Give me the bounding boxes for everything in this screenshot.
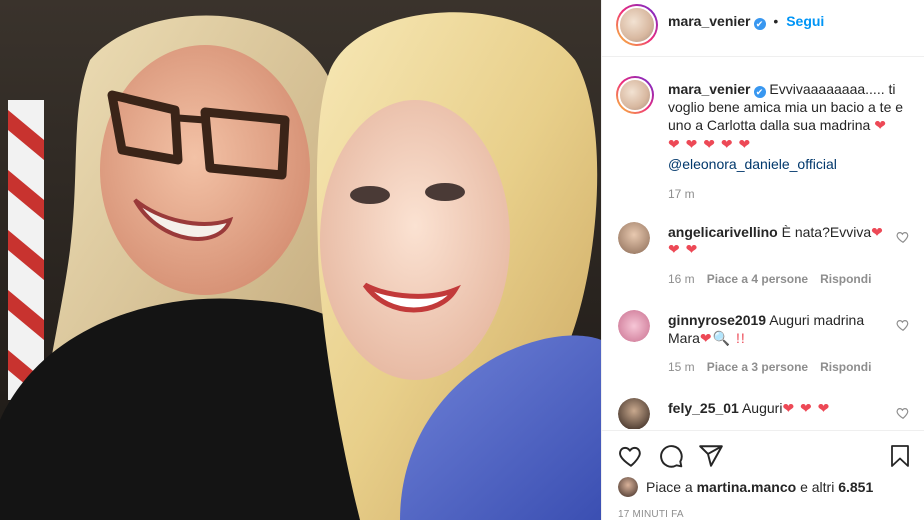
- like-comment-icon[interactable]: [896, 406, 910, 420]
- comment-emoji-line2: ❤ ❤: [668, 241, 699, 257]
- post-header: mara_venier ✔ • Segui: [602, 0, 924, 57]
- photo-illustration: [0, 0, 601, 520]
- caption: mara_venier ✔ Evvivaaaaaaaa..... ti vogli…: [668, 80, 908, 201]
- like-comment-icon[interactable]: [896, 318, 910, 332]
- likes-user[interactable]: martina.manco: [697, 479, 797, 495]
- comment-text-line2: Mara: [668, 330, 700, 346]
- comment-time[interactable]: 15 m: [668, 360, 695, 374]
- post-actions: Piace a martina.manco e altri 6.851 17 m…: [602, 430, 924, 520]
- follow-button[interactable]: Segui: [786, 13, 824, 29]
- comment-avatar[interactable]: [618, 310, 650, 342]
- comment-emoji: ❤🔍 !!: [699, 330, 746, 346]
- likes-prefix: Piace a: [646, 479, 693, 495]
- comment-text: È nata?Evviva: [781, 224, 872, 240]
- caption-end-heart: ❤: [874, 117, 887, 133]
- caption-username[interactable]: mara_venier: [668, 81, 751, 97]
- comment-username[interactable]: angelicarivellino: [668, 224, 778, 240]
- comment-avatar[interactable]: [618, 398, 650, 429]
- comment-likes[interactable]: Piace a 3 persone: [707, 360, 808, 374]
- comment-item: angelicarivellino È nata?Evviva❤ ❤ ❤: [668, 223, 888, 258]
- author-username[interactable]: mara_venier: [668, 13, 751, 29]
- comment-icon[interactable]: [658, 443, 684, 469]
- comment-meta: 15 m Piace a 3 persone Rispondi: [668, 360, 883, 374]
- comment-time[interactable]: 16 m: [668, 272, 695, 286]
- author-avatar[interactable]: [616, 4, 658, 46]
- caption-time[interactable]: 17 m: [668, 187, 908, 201]
- comment-avatar[interactable]: [618, 222, 650, 254]
- comment-text: Auguri: [741, 400, 783, 416]
- comment-likes[interactable]: Piace a 4 persone: [707, 272, 808, 286]
- comment-username[interactable]: fely_25_01: [668, 400, 739, 416]
- comment-username[interactable]: ginnyrose2019: [668, 312, 766, 328]
- comments-list[interactable]: mara_venier ✔ Evvivaaaaaaaa..... ti vogli…: [602, 58, 924, 429]
- likes-middle: e altri: [800, 479, 835, 495]
- post-sidebar: mara_venier ✔ • Segui mara_venier ✔ Evviva…: [601, 0, 924, 520]
- liker-avatar[interactable]: [618, 477, 638, 497]
- caption-mention[interactable]: @eleonora_daniele_official: [668, 155, 908, 173]
- like-comment-icon[interactable]: [896, 230, 910, 244]
- caption-avatar[interactable]: [616, 76, 654, 114]
- bookmark-icon[interactable]: [888, 443, 912, 469]
- likes-count[interactable]: 6.851: [838, 479, 873, 495]
- comment-item: ginnyrose2019 Auguri madrina Mara❤🔍 !!: [668, 311, 888, 347]
- comment-item: fely_25_01 Auguri❤ ❤ ❤: [668, 399, 888, 417]
- verified-icon: ✔: [753, 18, 766, 30]
- caption-hearts: ❤ ❤ ❤ ❤ ❤: [668, 136, 752, 152]
- heart-icon[interactable]: [618, 443, 644, 469]
- comment-emoji: ❤ ❤ ❤: [782, 400, 831, 416]
- reply-button[interactable]: Rispondi: [820, 272, 871, 286]
- instagram-post: mara_venier ✔ • Segui mara_venier ✔ Evviva…: [0, 0, 924, 520]
- share-icon[interactable]: [698, 443, 724, 469]
- comment-meta: 16 m Piace a 4 persone Rispondi: [668, 272, 883, 286]
- comment-emoji: ❤: [871, 224, 884, 240]
- verified-icon: ✔: [753, 86, 766, 98]
- comment-text: Auguri madrina: [769, 312, 865, 328]
- post-photo[interactable]: [0, 0, 601, 520]
- separator-dot: •: [773, 13, 779, 29]
- likes-summary[interactable]: Piace a martina.manco e altri 6.851: [646, 479, 873, 495]
- post-timestamp[interactable]: 17 minuti fa: [618, 509, 684, 520]
- reply-button[interactable]: Rispondi: [820, 360, 871, 374]
